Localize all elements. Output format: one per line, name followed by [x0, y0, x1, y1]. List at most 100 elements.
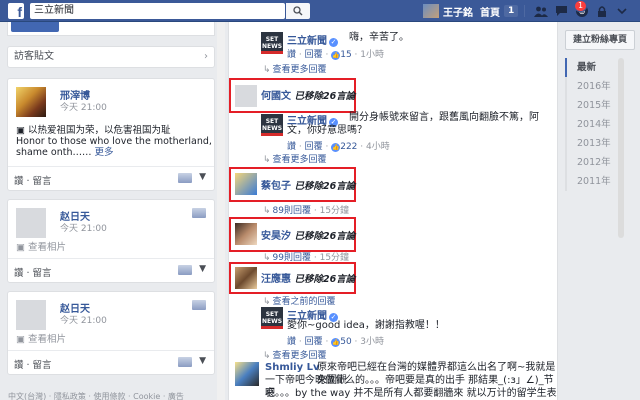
chevron-right-icon[interactable]: › — [204, 47, 208, 67]
like-comment-actions[interactable]: 讚 · 留言 — [14, 265, 52, 279]
view-photo-link[interactable]: 查看相片 — [28, 334, 66, 345]
scrollbar[interactable] — [618, 58, 624, 238]
verified-icon: ✓ — [329, 38, 338, 47]
like-link[interactable]: 讚 — [287, 337, 296, 347]
like-count[interactable]: 15 — [340, 50, 351, 60]
post-text-line: Honor to those who love the motherland, — [16, 136, 212, 147]
reply-link[interactable]: 回覆 — [305, 337, 323, 347]
avatar[interactable] — [16, 300, 46, 330]
comment-time[interactable]: 4小時 — [366, 142, 390, 152]
like-comment-actions[interactable]: 讚 · 留言 — [14, 173, 52, 187]
comment-author[interactable]: Shmliy Lv — [265, 362, 320, 373]
visitor-post: 邢滓博 今天 21:00 ▣ 以热爱祖国为荣，以危害祖国为耻 Honor to … — [7, 78, 215, 191]
comment-time[interactable]: 1小時 — [360, 50, 384, 60]
like-link[interactable]: 讚 — [287, 50, 296, 60]
more-replies-link[interactable]: ↳ 查看更多回覆 — [263, 62, 327, 75]
timeline-item-2011[interactable]: 2011年 — [565, 172, 611, 191]
post-footer: 讚 · 留言 ▼ — [8, 258, 214, 282]
comment-author[interactable]: 安昊汐 已移除26言論 — [261, 227, 355, 242]
create-page-button[interactable]: 建立粉絲專頁 — [565, 30, 635, 50]
audience-icon[interactable] — [178, 173, 192, 183]
messages-icon[interactable] — [553, 4, 569, 18]
comment-text: 開分身帳號來留言，跟舊風向翻臉不篤，阿文，你好意思嗎？ — [287, 112, 539, 136]
post-photo-icon: ▣ — [16, 125, 25, 136]
avatar[interactable] — [235, 223, 257, 245]
chevron-down-icon[interactable]: ▼ — [199, 264, 206, 274]
audience-icon[interactable] — [178, 265, 192, 275]
comment-author[interactable]: 汪應惠 已移除26言論 — [261, 270, 355, 285]
post-footer: 讚 · 留言 ▼ — [8, 166, 214, 190]
comment-text-line: 吧。。。by the way 并不是所有人都要翻牆來 就以万计的留学生表示不 — [265, 388, 557, 399]
divider — [524, 5, 525, 17]
previous-replies-link[interactable]: ↳ 查看之前的回覆 — [263, 294, 336, 307]
notification-count-badge: 1 — [574, 0, 588, 12]
reply-link[interactable]: 回覆 — [305, 142, 323, 152]
avatar[interactable] — [235, 267, 257, 289]
photo-icon: ▣ — [16, 334, 25, 345]
audience-icon[interactable] — [192, 300, 206, 310]
timeline-item-2014[interactable]: 2014年 — [565, 115, 611, 134]
timeline-item-2016[interactable]: 2016年 — [565, 77, 611, 96]
more-replies-link[interactable]: ↳ 查看更多回覆 — [263, 348, 327, 361]
reply-link[interactable]: 回覆 — [305, 50, 323, 60]
replies-count-link[interactable]: ↳ 89則回覆 · 15分鐘 — [263, 203, 349, 216]
post-text-line: shame onth…… — [16, 147, 92, 158]
post-body: ▣ 查看相片 — [16, 334, 66, 345]
avatar[interactable] — [16, 208, 46, 238]
privacy-shortcuts-icon[interactable] — [594, 4, 610, 18]
chevron-down-icon[interactable]: ▼ — [199, 356, 206, 366]
avatar[interactable]: SET NEWS — [261, 114, 283, 136]
scrollbar[interactable] — [217, 22, 225, 400]
deleted-notice: 已移除26言論 — [294, 231, 356, 242]
footer-links[interactable]: 中文(台灣) · 隱私政策 · 使用條款 · Cookie · 廣告 — [8, 391, 184, 400]
home-link[interactable]: 首頁 1 — [480, 3, 519, 19]
timeline-year-nav: 最新 2016年 2015年 2014年 2013年 2012年 2011年 — [565, 58, 611, 191]
like-link[interactable]: 讚 — [287, 142, 296, 152]
avatar[interactable] — [235, 173, 257, 195]
post-time[interactable]: 今天 21:00 — [60, 313, 107, 326]
more-replies-link[interactable]: ↳ 查看更多回覆 — [263, 152, 327, 165]
post-time[interactable]: 今天 21:00 — [60, 100, 107, 113]
view-photo-link[interactable]: 查看相片 — [28, 242, 66, 253]
avatar[interactable]: SET NEWS — [261, 307, 283, 329]
facebook-logo[interactable]: f — [8, 3, 24, 19]
audience-icon[interactable] — [192, 208, 206, 218]
visitor-posts-title: 訪客貼文 — [14, 51, 54, 62]
post-body: ▣ 查看相片 — [16, 242, 66, 253]
like-count[interactable]: 50 — [340, 337, 351, 347]
top-navigation-bar: f 三立新聞 王子銘 首頁 1 ⊕ 1 — [0, 0, 640, 22]
like-comment-actions[interactable]: 讚 · 留言 — [14, 357, 52, 371]
avatar[interactable] — [16, 87, 46, 117]
timeline-item-latest[interactable]: 最新 — [565, 58, 611, 77]
visitor-post: 赵日天 今天 21:00 ▣ 查看相片 讚 · 留言 ▼ — [7, 291, 215, 375]
comment-author[interactable]: 何國文 已移除26言論 — [261, 87, 355, 102]
see-more-link[interactable]: 更多 — [95, 147, 114, 158]
avatar[interactable] — [235, 85, 257, 107]
audience-icon[interactable] — [178, 357, 192, 367]
avatar[interactable]: SET NEWS — [261, 32, 283, 54]
chevron-down-icon[interactable]: ▼ — [199, 172, 206, 182]
avatar[interactable] — [235, 362, 259, 386]
deleted-notice: 已移除26言論 — [294, 274, 356, 285]
account-menu-icon[interactable] — [614, 4, 630, 18]
like-count[interactable]: 222 — [340, 142, 357, 152]
search-button[interactable] — [286, 3, 310, 19]
comment-time[interactable]: 3小時 — [360, 337, 384, 347]
search-input[interactable]: 三立新聞 — [30, 3, 285, 19]
timeline-item-2013[interactable]: 2013年 — [565, 134, 611, 153]
timeline-item-2015[interactable]: 2015年 — [565, 96, 611, 115]
post-text-line: 以热爱祖国为荣，以危害祖国为耻 — [28, 125, 171, 136]
comment-text: 愛你~good idea，謝謝指教喔！！ — [287, 320, 445, 331]
profile-name: 王子銘 — [443, 7, 473, 19]
comment-time[interactable]: 15分鐘 — [320, 206, 349, 216]
timeline-item-2012[interactable]: 2012年 — [565, 153, 611, 172]
comment-meta: 讚 · 回覆 · 👍50 · 3小時 — [287, 337, 384, 347]
deleted-notice: 已移除26言論 — [294, 91, 356, 102]
comment-author[interactable]: 蔡包子 已移除26言論 — [261, 177, 355, 192]
action-button-remnant[interactable] — [11, 22, 59, 32]
photo-icon: ▣ — [16, 242, 25, 253]
friend-requests-icon[interactable] — [533, 4, 549, 18]
profile-link[interactable]: 王子銘 — [423, 3, 473, 19]
comment-author[interactable]: 三立新聞 ✓ — [287, 32, 340, 47]
post-time[interactable]: 今天 21:00 — [60, 221, 107, 234]
